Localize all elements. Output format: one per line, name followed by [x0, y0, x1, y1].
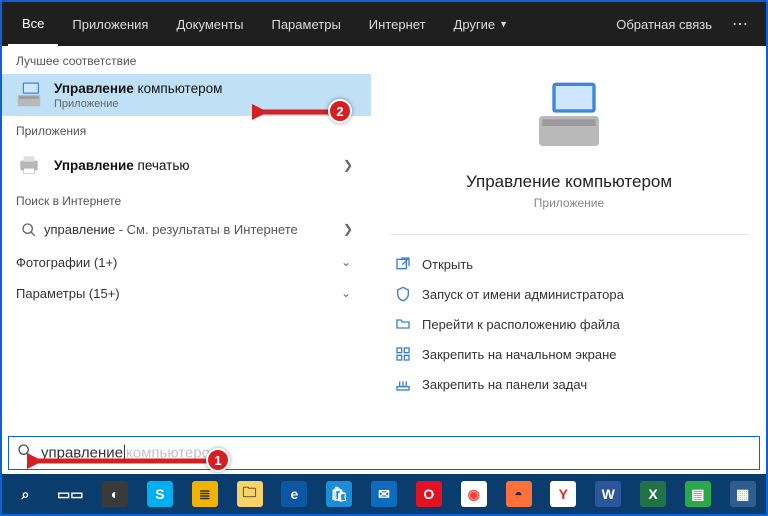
- app-image-icon: ▦: [730, 481, 756, 507]
- search-icon: [14, 222, 44, 239]
- taskbar-yandex[interactable]: Y: [544, 474, 583, 514]
- pin-taskbar-icon: [392, 376, 414, 392]
- photos-label: Фотографии (1+): [16, 255, 117, 270]
- firefox-icon: ◓: [506, 481, 532, 507]
- chevron-right-icon: ❯: [337, 222, 359, 239]
- taskbar-app-circle[interactable]: ◐: [96, 474, 135, 514]
- shield-icon: [392, 286, 414, 302]
- store-icon: 🛍: [326, 481, 352, 507]
- mail-icon: ✉: [371, 481, 397, 507]
- taskview-icon: ▭▭: [57, 481, 83, 507]
- taskbar-taskview[interactable]: ▭▭: [51, 474, 90, 514]
- tab-more-label: Другие: [454, 17, 496, 32]
- excel-icon: X: [640, 481, 666, 507]
- taskbar-firefox[interactable]: ◓: [499, 474, 538, 514]
- feedback-link[interactable]: Обратная связь: [606, 17, 722, 32]
- action-pin-start[interactable]: Закрепить на начальном экране: [372, 339, 766, 369]
- taskbar-app-image[interactable]: ▦: [723, 474, 762, 514]
- action-label: Закрепить на начальном экране: [422, 347, 617, 362]
- yandex-icon: Y: [550, 481, 576, 507]
- action-pin-taskbar[interactable]: Закрепить на панели задач: [372, 369, 766, 399]
- action-label: Закрепить на панели задач: [422, 377, 587, 392]
- chevron-down-icon: ⌄: [335, 255, 357, 269]
- app-yellow-icon: ≣: [192, 481, 218, 507]
- settings-label: Параметры (15+): [16, 286, 120, 301]
- tab-more[interactable]: Другие ▼: [440, 2, 523, 46]
- taskbar-opera[interactable]: O: [409, 474, 448, 514]
- settings-row[interactable]: Параметры (15+) ⌄: [2, 278, 371, 309]
- app-circle-icon: ◐: [102, 481, 128, 507]
- web-header: Поиск в Интернете: [2, 186, 371, 214]
- result-web-search[interactable]: управление - См. результаты в Интернете …: [2, 214, 371, 247]
- taskbar-store[interactable]: 🛍: [320, 474, 359, 514]
- result-title: Управление компьютером: [54, 81, 222, 96]
- taskbar-word[interactable]: W: [589, 474, 628, 514]
- tab-apps[interactable]: Приложения: [58, 2, 162, 46]
- preview-panel: Управление компьютером Приложение Открыт…: [372, 46, 766, 438]
- search-filter-tabs: Все Приложения Документы Параметры Интер…: [2, 2, 766, 46]
- result-subtitle: Приложение: [54, 98, 222, 110]
- preview-subtitle: Приложение: [534, 196, 604, 210]
- action-open[interactable]: Открыть: [372, 249, 766, 279]
- annotation-arrow-1: [27, 449, 217, 473]
- opera-icon: O: [416, 481, 442, 507]
- computer-management-icon: [529, 76, 609, 156]
- chrome-icon: ◉: [461, 481, 487, 507]
- action-open-file-location[interactable]: Перейти к расположению файла: [372, 309, 766, 339]
- result-print-management[interactable]: Управление печатью ❯: [2, 144, 371, 186]
- tab-all[interactable]: Все: [8, 2, 58, 46]
- preview-title: Управление компьютером: [466, 172, 672, 192]
- open-icon: [392, 256, 414, 272]
- chevron-down-icon: ⌄: [335, 286, 357, 300]
- taskbar-edge[interactable]: e: [275, 474, 314, 514]
- file-explorer-icon: 🗀: [237, 481, 263, 507]
- action-label: Открыть: [422, 257, 473, 272]
- web-result-text: управление - См. результаты в Интернете: [44, 222, 337, 239]
- printer-icon: [14, 150, 44, 180]
- computer-management-icon: [14, 80, 44, 110]
- photos-row[interactable]: Фотографии (1+) ⌄: [2, 247, 371, 278]
- taskbar-excel[interactable]: X: [634, 474, 673, 514]
- chevron-right-icon: ❯: [337, 158, 359, 172]
- edge-icon: e: [281, 481, 307, 507]
- taskbar-chrome[interactable]: ◉: [454, 474, 493, 514]
- taskbar: ⌕ ▭▭ ◐ S ≣ 🗀 e 🛍 ✉ O ◉ ◓ YWX ▤ ▦: [2, 474, 766, 514]
- result-title: Управление печатью: [54, 158, 190, 173]
- app-doc-icon: ▤: [685, 481, 711, 507]
- taskbar-search[interactable]: ⌕: [6, 474, 45, 514]
- search-icon: ⌕: [12, 481, 38, 507]
- skype-icon: S: [147, 481, 173, 507]
- taskbar-skype[interactable]: S: [140, 474, 179, 514]
- word-icon: W: [595, 481, 621, 507]
- annotation-badge-2: 2: [328, 99, 352, 123]
- action-run-as-admin[interactable]: Запуск от имени администратора: [372, 279, 766, 309]
- taskbar-mail[interactable]: ✉: [365, 474, 404, 514]
- best-match-header: Лучшее соответствие: [2, 46, 371, 74]
- overflow-button[interactable]: ⋯: [722, 14, 760, 34]
- window-frame: Все Приложения Документы Параметры Интер…: [0, 0, 768, 516]
- tab-internet[interactable]: Интернет: [355, 2, 440, 46]
- taskbar-file-explorer[interactable]: 🗀: [230, 474, 269, 514]
- tab-settings[interactable]: Параметры: [257, 2, 354, 46]
- annotation-badge-1: 1: [206, 448, 230, 472]
- folder-icon: [392, 316, 414, 332]
- pin-start-icon: [392, 346, 414, 362]
- divider: [390, 234, 748, 235]
- taskbar-app-doc[interactable]: ▤: [678, 474, 717, 514]
- action-label: Запуск от имени администратора: [422, 287, 624, 302]
- taskbar-app-yellow[interactable]: ≣: [185, 474, 224, 514]
- action-label: Перейти к расположению файла: [422, 317, 620, 332]
- caret-down-icon: ▼: [499, 19, 508, 29]
- tab-documents[interactable]: Документы: [162, 2, 257, 46]
